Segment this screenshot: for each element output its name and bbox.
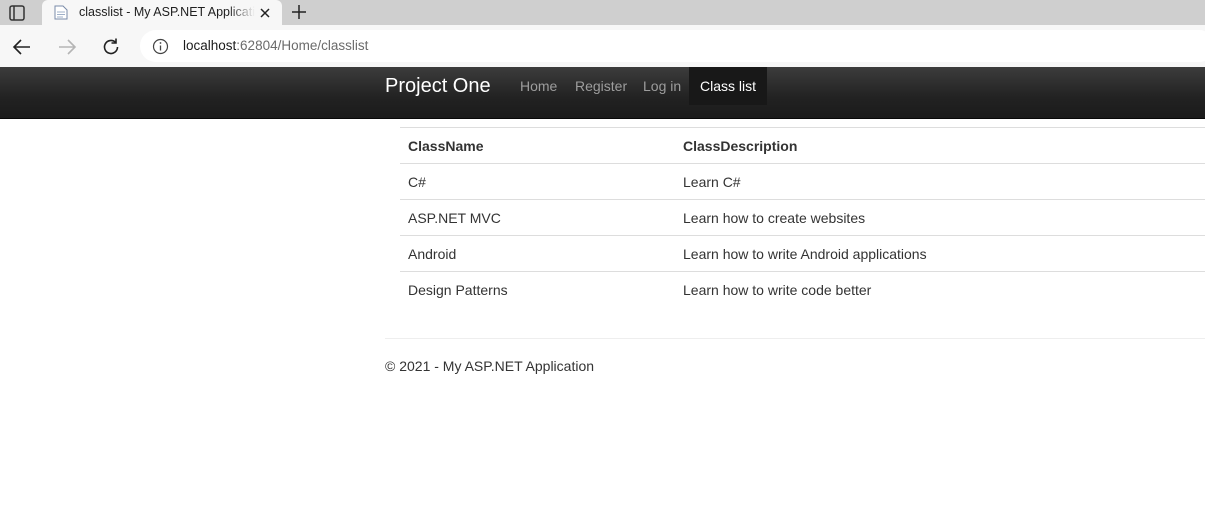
plus-icon[interactable] bbox=[290, 3, 308, 21]
class-name-cell: ASP.NET MVC bbox=[400, 199, 675, 236]
nav-register[interactable]: Register bbox=[575, 67, 627, 105]
footer-divider bbox=[385, 338, 1205, 339]
close-icon[interactable] bbox=[257, 5, 273, 21]
table-row: Design Patterns Learn how to write code … bbox=[400, 271, 1205, 307]
url-path: :62804/Home/classlist bbox=[236, 38, 369, 53]
table-row: ASP.NET MVC Learn how to create websites bbox=[400, 199, 1205, 236]
browser-tab-active[interactable]: classlist - My ASP.NET Application bbox=[42, 0, 282, 25]
column-header-classdescription: ClassDescription bbox=[675, 127, 1205, 164]
back-arrow-icon[interactable] bbox=[11, 36, 33, 58]
class-description-cell: Learn how to create websites bbox=[675, 199, 1205, 236]
url-text: localhost:62804/Home/classlist bbox=[183, 38, 368, 53]
forward-arrow-icon[interactable] bbox=[56, 36, 78, 58]
class-name-cell: Android bbox=[400, 235, 675, 272]
class-name-cell: C# bbox=[400, 163, 675, 200]
info-icon[interactable] bbox=[152, 38, 169, 55]
address-bar[interactable]: localhost:62804/Home/classlist bbox=[140, 30, 1205, 62]
class-list-table: ClassName ClassDescription C# Learn C# A… bbox=[400, 127, 1205, 307]
nav-class-list[interactable]: Class list bbox=[689, 67, 768, 105]
nav-login[interactable]: Log in bbox=[643, 67, 681, 105]
tab-actions-icon[interactable] bbox=[8, 4, 26, 22]
table-header-row: ClassName ClassDescription bbox=[400, 127, 1205, 164]
brand-link[interactable]: Project One bbox=[385, 74, 491, 98]
tab-title: classlist - My ASP.NET Application bbox=[79, 5, 255, 19]
browser-tabstrip: classlist - My ASP.NET Application bbox=[0, 0, 1205, 25]
class-description-cell: Learn how to write Android applications bbox=[675, 235, 1205, 272]
table-row: Android Learn how to write Android appli… bbox=[400, 235, 1205, 272]
class-name-cell: Design Patterns bbox=[400, 271, 675, 307]
reload-icon[interactable] bbox=[100, 36, 122, 58]
site-navbar: Project One Home Register Log in Class l… bbox=[0, 67, 1205, 119]
footer-copyright: © 2021 - My ASP.NET Application bbox=[385, 358, 595, 374]
table-row: C# Learn C# bbox=[400, 163, 1205, 200]
class-description-cell: Learn how to write code better bbox=[675, 271, 1205, 307]
column-header-classname: ClassName bbox=[400, 127, 675, 164]
class-description-cell: Learn C# bbox=[675, 163, 1205, 200]
browser-toolbar: localhost:62804/Home/classlist bbox=[0, 25, 1205, 68]
page-icon bbox=[54, 5, 68, 20]
url-host: localhost bbox=[183, 38, 237, 53]
nav-home[interactable]: Home bbox=[520, 67, 557, 105]
